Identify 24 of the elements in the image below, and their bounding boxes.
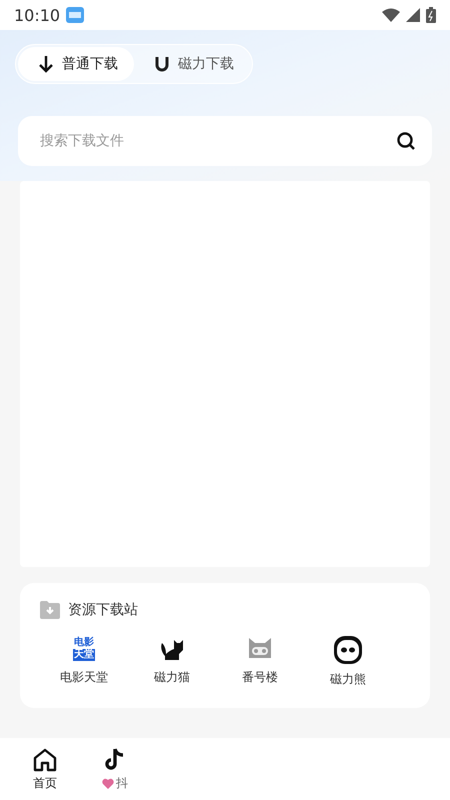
resource-site[interactable]: 番号楼 bbox=[216, 635, 304, 688]
magnet-icon bbox=[154, 55, 170, 73]
section-title: 资源下载站 bbox=[68, 601, 138, 619]
battery-icon bbox=[426, 7, 436, 23]
nav-tab[interactable]: 抖 bbox=[80, 738, 150, 800]
search-field[interactable]: 搜索下载文件 bbox=[38, 132, 396, 150]
status-time: 10:10 bbox=[14, 6, 60, 24]
app-notification-icon bbox=[66, 7, 84, 23]
heart-icon bbox=[102, 778, 114, 788]
resource-site[interactable]: 磁力熊 bbox=[304, 635, 392, 688]
panda-icon bbox=[333, 635, 363, 665]
resource-site[interactable]: 电影 天堂 电影天堂 bbox=[40, 635, 128, 688]
download-mode-tab[interactable]: 普通下载 bbox=[18, 47, 134, 81]
wifi-icon bbox=[382, 8, 400, 22]
movie-site-logo: 电影 天堂 bbox=[72, 636, 96, 663]
search-bar[interactable]: 搜索下载文件 bbox=[18, 116, 432, 166]
folder-download-icon bbox=[40, 601, 60, 619]
search-icon[interactable] bbox=[396, 131, 416, 151]
nav-tab[interactable]: 首页 bbox=[10, 738, 80, 800]
download-mode-tab[interactable]: 磁力下载 bbox=[134, 47, 250, 81]
signal-icon bbox=[406, 8, 420, 22]
resource-site[interactable]: 磁力猫 bbox=[128, 635, 216, 688]
download-arrow-icon bbox=[38, 55, 54, 73]
home-icon bbox=[32, 746, 58, 772]
